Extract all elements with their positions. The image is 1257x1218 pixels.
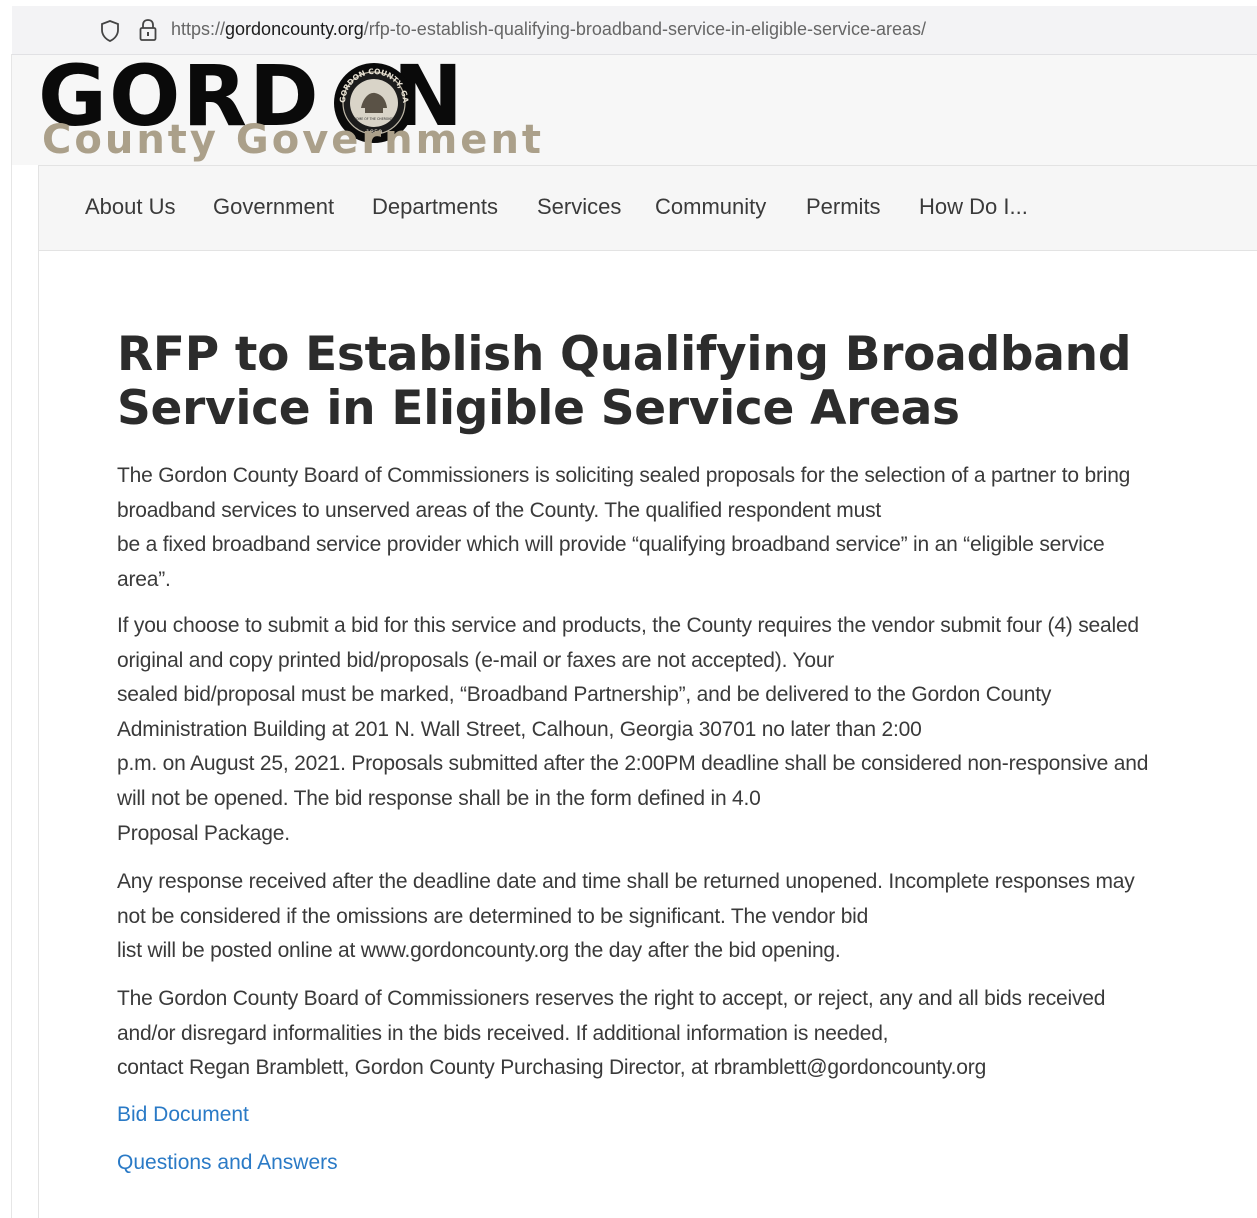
page-title-line-1: RFP to Establish Qualifying Broadband xyxy=(117,327,1132,382)
url-text[interactable]: https://gordoncounty.org/rfp-to-establis… xyxy=(171,19,926,40)
nav-item-services[interactable]: Services xyxy=(537,194,621,220)
paragraph-line: not be considered if the omissions are d… xyxy=(117,904,869,928)
bid-document-link[interactable]: Bid Document xyxy=(117,1103,249,1127)
content-left-border xyxy=(38,250,39,1218)
paragraph-line: contact Regan Bramblett, Gordon County P… xyxy=(117,1056,987,1080)
paragraph-line: The Gordon County Board of Commissioners… xyxy=(117,987,1106,1010)
paragraph-line: sealed bid/proposal must be marked, “Bro… xyxy=(117,683,1052,707)
nav-item-how-do-i[interactable]: How Do I... xyxy=(919,194,1028,220)
page-title-line-2: Service in Eligible Service Areas xyxy=(117,381,960,436)
nav-item-departments[interactable]: Departments xyxy=(372,194,498,220)
paragraph-line: If you choose to submit a bid for this s… xyxy=(117,614,1139,637)
url-host: gordoncounty.org xyxy=(225,19,364,39)
page-title: RFP to Establish Qualifying Broadband Ser… xyxy=(117,328,1217,436)
questions-and-answers-link[interactable]: Questions and Answers xyxy=(117,1151,338,1175)
paragraph-late-responses: Any response received after the deadline… xyxy=(117,865,1227,969)
paragraph-line: Administration Building at 201 N. Wall S… xyxy=(117,717,922,741)
paragraph-line: p.m. on August 25, 2021. Proposals submi… xyxy=(117,752,1149,776)
paragraph-line: will not be opened. The bid response sha… xyxy=(117,786,761,810)
lock-icon[interactable] xyxy=(138,18,158,42)
paragraph-line: list will be posted online at www.gordon… xyxy=(117,939,841,963)
nav-item-government[interactable]: Government xyxy=(213,194,334,220)
page-left-border xyxy=(11,54,12,1218)
paragraph-line: The Gordon County Board of Commissioners… xyxy=(117,464,1131,487)
paragraph-line: and/or disregard informalities in the bi… xyxy=(117,1021,889,1045)
paragraph-line: broadband services to unserved areas of … xyxy=(117,498,881,522)
logo-subtitle: County Government xyxy=(42,117,545,163)
paragraph-line: Any response received after the deadline… xyxy=(117,870,1135,893)
shield-icon[interactable] xyxy=(100,20,120,42)
nav-item-permits[interactable]: Permits xyxy=(806,194,881,220)
paragraph-solicitation: The Gordon County Board of Commissioners… xyxy=(117,459,1227,597)
paragraph-line: Proposal Package. xyxy=(117,821,290,845)
paragraph-line: original and copy printed bid/proposals … xyxy=(117,648,835,672)
url-scheme: https:// xyxy=(171,19,226,39)
paragraph-line: area”. xyxy=(117,567,171,591)
paragraph-submission: If you choose to submit a bid for this s… xyxy=(117,609,1227,851)
url-path: /rfp-to-establish-qualifying-broadband-s… xyxy=(363,19,927,39)
paragraph-line: be a fixed broadband service provider wh… xyxy=(117,533,1105,557)
paragraph-contact: The Gordon County Board of Commissioners… xyxy=(117,982,1227,1086)
main-nav: About Us Government Departments Services… xyxy=(38,165,1257,251)
nav-item-about-us[interactable]: About Us xyxy=(85,194,176,220)
nav-item-community[interactable]: Community xyxy=(655,194,766,220)
